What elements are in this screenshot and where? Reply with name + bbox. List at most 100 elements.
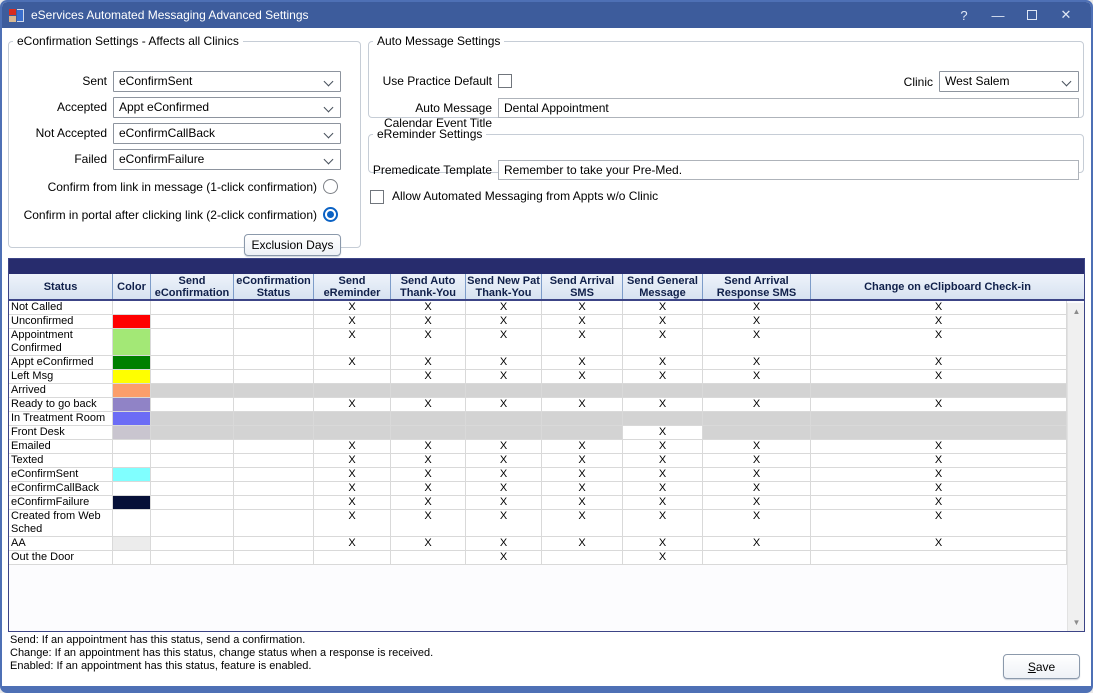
mark-cell[interactable]: X [314, 329, 391, 356]
mark-cell[interactable] [703, 551, 811, 565]
mark-cell[interactable] [234, 510, 314, 537]
mark-cell[interactable] [314, 426, 391, 440]
color-cell[interactable] [113, 454, 151, 468]
mark-cell[interactable]: X [391, 496, 466, 510]
mark-cell[interactable]: X [811, 537, 1067, 551]
clinic-dropdown[interactable]: West Salem [939, 71, 1079, 92]
mark-cell[interactable] [811, 426, 1067, 440]
mark-cell[interactable] [466, 412, 542, 426]
mark-cell[interactable]: X [314, 315, 391, 329]
color-cell[interactable] [113, 510, 151, 537]
mark-cell[interactable] [151, 440, 234, 454]
mark-cell[interactable] [811, 551, 1067, 565]
scroll-up-icon[interactable]: ▲ [1068, 303, 1085, 320]
mark-cell[interactable]: X [623, 510, 703, 537]
status-cell[interactable]: eConfirmFailure [9, 496, 113, 510]
mark-cell[interactable]: X [391, 537, 466, 551]
mark-cell[interactable] [234, 454, 314, 468]
mark-cell[interactable]: X [391, 482, 466, 496]
mark-cell[interactable] [234, 329, 314, 356]
status-cell[interactable]: Arrived [9, 384, 113, 398]
mark-cell[interactable] [234, 426, 314, 440]
premedicate-template-input[interactable]: Remember to take your Pre-Med. [498, 160, 1079, 180]
color-cell[interactable] [113, 301, 151, 315]
use-practice-default-checkbox[interactable] [498, 74, 512, 88]
mark-cell[interactable] [151, 356, 234, 370]
mark-cell[interactable]: X [542, 329, 623, 356]
status-cell[interactable]: Out the Door [9, 551, 113, 565]
mark-cell[interactable]: X [811, 510, 1067, 537]
color-cell[interactable] [113, 482, 151, 496]
mark-cell[interactable] [314, 412, 391, 426]
mark-cell[interactable]: X [623, 537, 703, 551]
mark-cell[interactable] [391, 426, 466, 440]
mark-cell[interactable]: X [703, 315, 811, 329]
mark-cell[interactable]: X [811, 356, 1067, 370]
mark-cell[interactable]: X [623, 454, 703, 468]
color-cell[interactable] [113, 440, 151, 454]
mark-cell[interactable]: X [466, 482, 542, 496]
mark-cell[interactable] [234, 537, 314, 551]
mark-cell[interactable]: X [391, 315, 466, 329]
mark-cell[interactable]: X [623, 301, 703, 315]
mark-cell[interactable]: X [542, 482, 623, 496]
failed-dropdown[interactable]: eConfirmFailure [113, 149, 341, 170]
mark-cell[interactable]: X [542, 496, 623, 510]
color-cell[interactable] [113, 356, 151, 370]
mark-cell[interactable]: X [391, 440, 466, 454]
event-title-input[interactable]: Dental Appointment [498, 98, 1079, 118]
mark-cell[interactable]: X [314, 454, 391, 468]
mark-cell[interactable]: X [811, 482, 1067, 496]
mark-cell[interactable]: X [623, 329, 703, 356]
sent-dropdown[interactable]: eConfirmSent [113, 71, 341, 92]
color-cell[interactable] [113, 468, 151, 482]
mark-cell[interactable] [151, 537, 234, 551]
mark-cell[interactable]: X [542, 301, 623, 315]
mark-cell[interactable]: X [703, 468, 811, 482]
mark-cell[interactable]: X [703, 482, 811, 496]
maximize-button[interactable] [1015, 2, 1049, 28]
accepted-dropdown[interactable]: Appt eConfirmed [113, 97, 341, 118]
mark-cell[interactable] [234, 496, 314, 510]
mark-cell[interactable] [151, 551, 234, 565]
mark-cell[interactable] [234, 356, 314, 370]
mark-cell[interactable]: X [466, 329, 542, 356]
not-accepted-dropdown[interactable]: eConfirmCallBack [113, 123, 341, 144]
mark-cell[interactable] [151, 384, 234, 398]
mark-cell[interactable] [151, 468, 234, 482]
mark-cell[interactable] [542, 412, 623, 426]
color-cell[interactable] [113, 398, 151, 412]
status-cell[interactable]: Appt eConfirmed [9, 356, 113, 370]
mark-cell[interactable]: X [391, 398, 466, 412]
mark-cell[interactable] [234, 551, 314, 565]
help-button[interactable]: ? [947, 2, 981, 28]
mark-cell[interactable]: X [811, 454, 1067, 468]
status-cell[interactable]: Left Msg [9, 370, 113, 384]
mark-cell[interactable] [703, 426, 811, 440]
mark-cell[interactable]: X [466, 454, 542, 468]
mark-cell[interactable]: X [811, 440, 1067, 454]
mark-cell[interactable]: X [466, 301, 542, 315]
mark-cell[interactable]: X [542, 510, 623, 537]
mark-cell[interactable]: X [703, 398, 811, 412]
status-cell[interactable]: Unconfirmed [9, 315, 113, 329]
status-cell[interactable]: eConfirmSent [9, 468, 113, 482]
mark-cell[interactable]: X [466, 315, 542, 329]
mark-cell[interactable] [234, 315, 314, 329]
mark-cell[interactable] [542, 426, 623, 440]
mark-cell[interactable]: X [623, 440, 703, 454]
mark-cell[interactable]: X [811, 468, 1067, 482]
scrollbar[interactable]: ▲ ▼ [1067, 303, 1084, 631]
mark-cell[interactable] [466, 384, 542, 398]
mark-cell[interactable]: X [542, 370, 623, 384]
mark-cell[interactable]: X [623, 398, 703, 412]
mark-cell[interactable]: X [391, 329, 466, 356]
status-cell[interactable]: Created from Web Sched [9, 510, 113, 537]
allow-messaging-checkbox[interactable] [370, 190, 384, 204]
mark-cell[interactable]: X [542, 440, 623, 454]
mark-cell[interactable]: X [703, 356, 811, 370]
mark-cell[interactable]: X [623, 551, 703, 565]
mark-cell[interactable]: X [703, 496, 811, 510]
status-cell[interactable]: eConfirmCallBack [9, 482, 113, 496]
mark-cell[interactable]: X [466, 398, 542, 412]
